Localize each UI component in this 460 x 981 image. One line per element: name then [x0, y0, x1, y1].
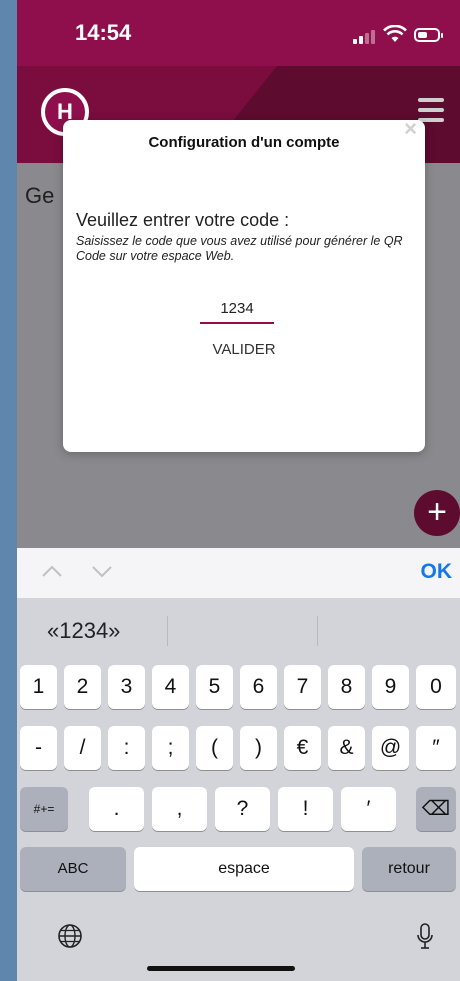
key-comma[interactable]: , — [152, 787, 207, 831]
add-button[interactable]: + — [414, 490, 460, 536]
space-key[interactable]: espace — [134, 847, 354, 891]
dialog-title: Configuration d'un compte — [148, 134, 340, 151]
globe-icon[interactable] — [57, 923, 83, 949]
code-input[interactable] — [200, 294, 274, 324]
status-bar: 14:54 — [17, 0, 460, 66]
key-semicolon[interactable]: ; — [152, 726, 189, 770]
key-colon[interactable]: : — [108, 726, 145, 770]
battery-icon — [414, 28, 443, 42]
key-period[interactable]: . — [89, 787, 144, 831]
key-ampersand[interactable]: & — [328, 726, 365, 770]
home-indicator[interactable] — [147, 966, 295, 971]
key-4[interactable]: 4 — [152, 665, 189, 709]
key-double-quote[interactable]: ″ — [416, 726, 456, 770]
key-8[interactable]: 8 — [328, 665, 365, 709]
key-9[interactable]: 9 — [372, 665, 409, 709]
chevron-down-icon[interactable] — [91, 560, 113, 582]
code-hint: Saisissez le code que vous avez utilisé … — [76, 234, 403, 263]
key-apostrophe[interactable]: ′ — [341, 787, 396, 831]
ok-button[interactable]: OK — [421, 560, 453, 584]
key-slash[interactable]: / — [64, 726, 101, 770]
phone-screen: 14:54 H Ge + Configuration d'un compte ×… — [17, 0, 460, 981]
code-prompt: Veuillez entrer votre code : — [76, 210, 290, 230]
symbols-key[interactable]: #+= — [20, 787, 68, 831]
key-6[interactable]: 6 — [240, 665, 277, 709]
key-at[interactable]: @ — [372, 726, 409, 770]
page-title: Ge — [25, 183, 55, 208]
key-7[interactable]: 7 — [284, 665, 321, 709]
key-close-paren[interactable]: ) — [240, 726, 277, 770]
key-hyphen[interactable]: - — [20, 726, 57, 770]
return-key[interactable]: retour — [362, 847, 456, 891]
keyboard: «1234» 1 2 3 4 5 6 7 8 9 0 - / : ; ( ) €… — [17, 598, 460, 981]
microphone-icon[interactable] — [416, 923, 434, 951]
keyboard-toolbar: OK — [17, 548, 460, 598]
close-icon[interactable]: × — [404, 116, 417, 142]
key-0[interactable]: 0 — [416, 665, 456, 709]
wifi-icon — [383, 25, 407, 42]
key-3[interactable]: 3 — [108, 665, 145, 709]
status-time: 14:54 — [75, 20, 132, 45]
signal-icon — [353, 30, 375, 44]
delete-icon[interactable]: ⌫ — [416, 787, 456, 831]
key-euro[interactable]: € — [284, 726, 321, 770]
validate-button[interactable]: VALIDER — [63, 340, 425, 359]
keyboard-suggestion[interactable]: «1234» — [47, 618, 120, 644]
abc-key[interactable]: ABC — [20, 847, 126, 891]
key-1[interactable]: 1 — [20, 665, 57, 709]
key-exclamation[interactable]: ! — [278, 787, 333, 831]
key-question[interactable]: ? — [215, 787, 270, 831]
key-open-paren[interactable]: ( — [196, 726, 233, 770]
chevron-up-icon[interactable] — [41, 560, 63, 582]
account-config-dialog: Configuration d'un compte × Veuillez ent… — [63, 116, 425, 452]
key-2[interactable]: 2 — [64, 665, 101, 709]
key-5[interactable]: 5 — [196, 665, 233, 709]
